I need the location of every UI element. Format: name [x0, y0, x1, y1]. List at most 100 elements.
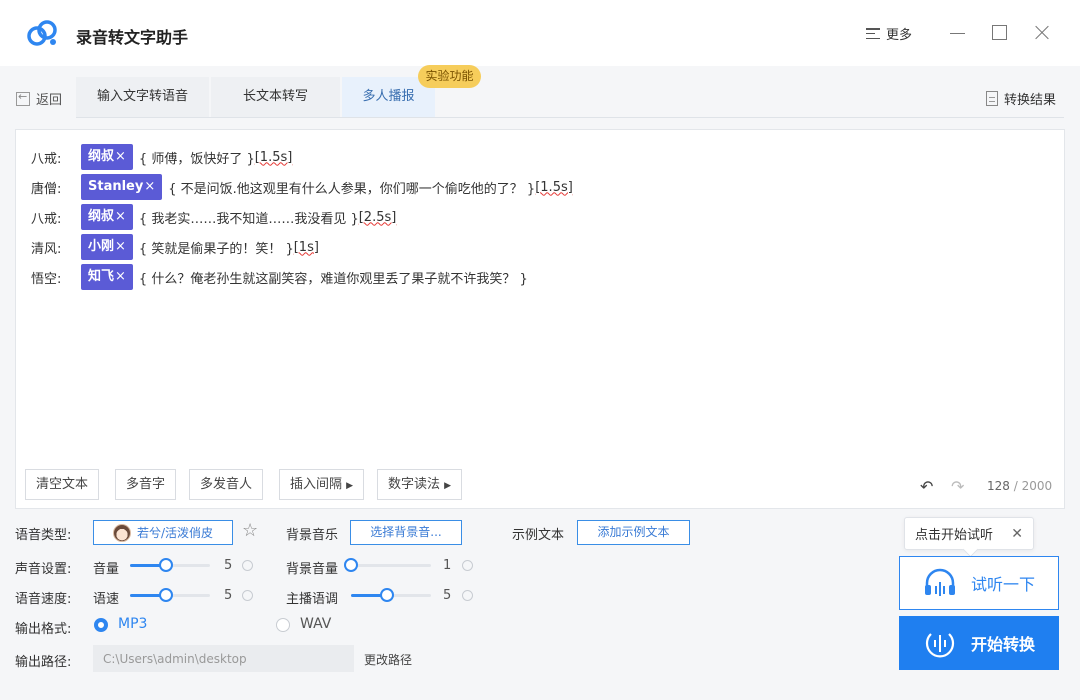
speed-settings-label: 语音速度: [15, 592, 72, 607]
bg-volume-slider[interactable] [344, 555, 431, 575]
script-line: 八戒: 纲叔× { 我老实……我不知道……我没看见 } [2.5s] [31, 203, 396, 231]
pitch-reset-icon[interactable] [462, 590, 473, 601]
menu-icon [866, 28, 880, 39]
format-wav-radio[interactable] [276, 618, 290, 632]
voice-select-button[interactable]: 若兮/活泼俏皮 [93, 520, 233, 545]
line-text: { 不是问饭.他这观里有什么人参果，你们哪一个偷吃他的了？ } [168, 181, 536, 197]
speed-reset-icon[interactable] [242, 590, 253, 601]
experimental-badge: 实验功能 [418, 65, 481, 88]
example-text-label: 示例文本 [512, 528, 565, 543]
preview-listen-button[interactable]: 试听一下 [899, 556, 1059, 610]
pitch-label: 主播语调 [286, 592, 339, 607]
tab-long-text[interactable]: 长文本转写 [211, 77, 340, 117]
remove-tag-icon[interactable]: × [115, 269, 126, 284]
result-label: 转换结果 [1004, 93, 1057, 108]
voice-type-label: 语音类型: [15, 528, 72, 543]
convert-label: 开始转换 [970, 635, 1035, 654]
minimize-button[interactable] [948, 22, 968, 42]
pitch-value: 5 [443, 588, 452, 603]
speaker-name: 八戒: [31, 151, 62, 167]
clear-text-button[interactable]: 清空文本 [25, 469, 100, 500]
voice-tag-label: Stanley [88, 179, 144, 194]
triangle-right-icon: ▶ [444, 481, 452, 491]
polyphone-button[interactable]: 多音字 [115, 469, 177, 500]
pause-marker: [1.5s] [535, 179, 573, 195]
remove-tag-icon[interactable]: × [144, 179, 155, 194]
voice-tag[interactable]: 纲叔× [81, 144, 133, 170]
speed-slider[interactable] [130, 585, 210, 605]
char-counter: 128 / 2000 [987, 479, 1052, 493]
slider-knob[interactable] [380, 588, 394, 602]
output-format-label: 输出格式: [15, 622, 72, 637]
conversion-result-button[interactable]: 转换结果 [986, 89, 1056, 108]
tooltip-close-icon[interactable]: ✕ [1011, 526, 1023, 542]
insert-pause-label: 插入间隔 [290, 477, 343, 492]
voice-tag[interactable]: 知飞× [81, 264, 133, 290]
multi-speaker-button[interactable]: 多发音人 [189, 469, 264, 500]
tab-text-to-speech[interactable]: 输入文字转语音 [76, 77, 209, 117]
voice-tag[interactable]: Stanley× [81, 174, 163, 200]
change-path-button[interactable]: 更改路径 [364, 651, 412, 668]
volume-reset-icon[interactable] [242, 560, 253, 571]
star-icon[interactable]: ☆ [242, 520, 258, 541]
volume-label: 音量 [93, 562, 120, 577]
app-logo-icon [27, 20, 57, 46]
start-convert-button[interactable]: 开始转换 [899, 616, 1059, 670]
avatar [112, 523, 131, 542]
format-wav-label[interactable]: WAV [300, 616, 331, 632]
bg-volume-value: 1 [443, 558, 452, 573]
close-window-button[interactable] [1032, 22, 1052, 42]
script-line: 悟空: 知飞× { 什么？俺老孙生就这副笑容，难道你观里丢了果子就不许我笑？ } [31, 263, 528, 291]
output-path-label: 输出路径: [15, 655, 72, 670]
bg-music-label: 背景音乐 [286, 528, 339, 543]
number-reading-button[interactable]: 数字读法 ▶ [377, 469, 463, 500]
format-mp3-radio[interactable] [94, 618, 108, 632]
speaker-name: 清风: [31, 241, 62, 257]
remove-tag-icon[interactable]: × [115, 149, 126, 164]
voice-tag-label: 知飞 [88, 269, 115, 284]
slider-knob[interactable] [159, 558, 173, 572]
back-label: 返回 [36, 93, 63, 108]
pitch-slider[interactable] [351, 585, 431, 605]
pause-marker: [1.5s] [254, 149, 293, 165]
headphones-icon [924, 568, 955, 596]
line-text: { 什么？俺老孙生就这副笑容，难道你观里丢了果子就不许我笑？ } [138, 271, 528, 287]
more-label: 更多 [886, 28, 913, 43]
format-mp3-label[interactable]: MP3 [118, 616, 147, 632]
more-menu-button[interactable]: 更多 [866, 24, 912, 43]
bg-volume-label: 背景音量 [286, 562, 339, 577]
speaker-name: 唐僧: [31, 181, 62, 197]
tooltip-text: 点击开始试听 [915, 528, 994, 543]
output-path-input[interactable] [93, 645, 354, 672]
undo-icon[interactable]: ↶ [920, 477, 933, 496]
add-example-text-button[interactable]: 添加示例文本 [577, 520, 690, 545]
back-button[interactable]: 返回 [16, 89, 62, 108]
tab-divider [76, 117, 1064, 118]
redo-icon[interactable]: ↷ [951, 477, 964, 496]
remove-tag-icon[interactable]: × [115, 209, 126, 224]
volume-slider[interactable] [130, 555, 210, 575]
line-text: { 我老实……我不知道……我没看见 } [138, 211, 359, 227]
voice-tag-label: 纲叔 [88, 209, 115, 224]
listen-label: 试听一下 [970, 575, 1035, 594]
maximize-button[interactable] [990, 22, 1010, 42]
document-icon [986, 91, 998, 106]
remove-tag-icon[interactable]: × [115, 239, 126, 254]
voice-tag[interactable]: 纲叔× [81, 204, 133, 230]
script-line: 八戒: 纲叔× { 师傅，饭快好了 } [1.5s] [31, 143, 292, 171]
script-editor[interactable]: 八戒: 纲叔× { 师傅，饭快好了 } [1.5s] 唐僧: Stanley× … [15, 129, 1065, 509]
speed-label: 语速 [93, 592, 120, 607]
voice-tag[interactable]: 小刚× [81, 234, 133, 260]
bg-volume-reset-icon[interactable] [462, 560, 473, 571]
select-bg-music-button[interactable]: 选择背景音... [350, 520, 462, 545]
voice-tag-label: 小刚 [88, 239, 115, 254]
listen-tooltip: 点击开始试听 ✕ [904, 517, 1034, 550]
triangle-right-icon: ▶ [346, 481, 354, 491]
script-line: 唐僧: Stanley× { 不是问饭.他这观里有什么人参果，你们哪一个偷吃他的… [31, 173, 573, 201]
app-title: 录音转文字助手 [76, 28, 189, 47]
slider-knob[interactable] [344, 558, 358, 572]
slider-knob[interactable] [159, 588, 173, 602]
insert-pause-button[interactable]: 插入间隔 ▶ [279, 469, 365, 500]
number-reading-label: 数字读法 [388, 477, 441, 492]
pause-marker: [2.5s] [358, 209, 397, 225]
